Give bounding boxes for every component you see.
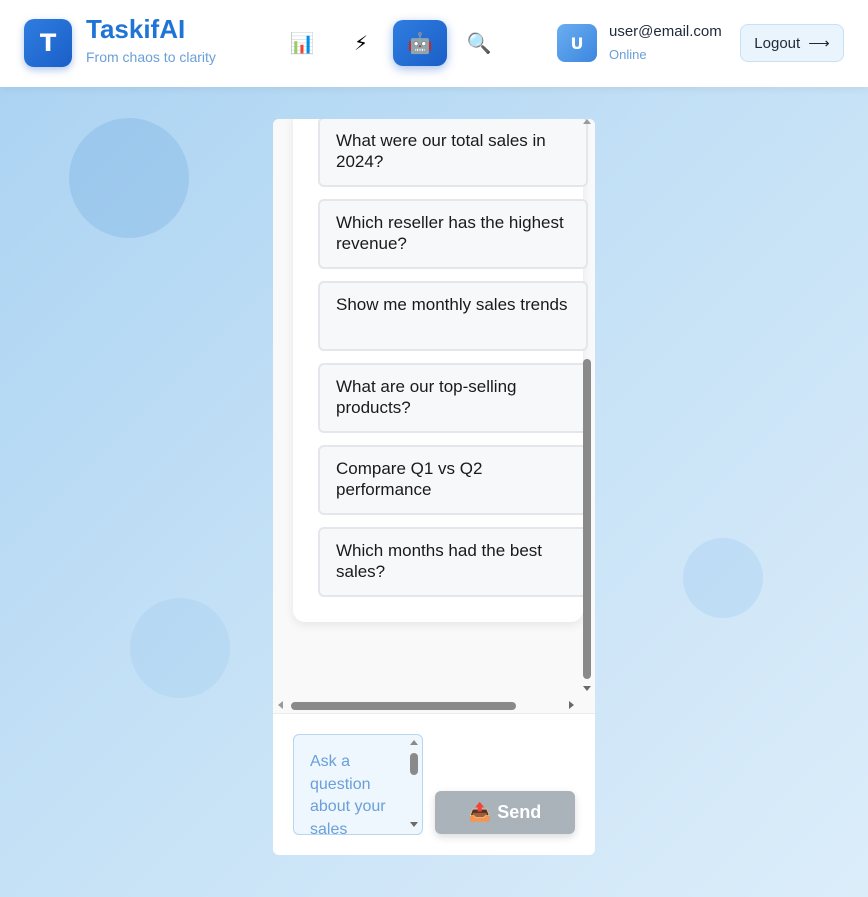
message-area[interactable]: What were our total sales in 2024? Which… <box>273 119 595 713</box>
user-email: user@email.com <box>609 23 722 40</box>
decorative-circle <box>69 118 189 238</box>
avatar-letter: U <box>570 33 584 53</box>
brand-name: TaskifAI <box>86 14 186 44</box>
question-input[interactable]: Ask a question about your sales <box>293 734 423 835</box>
tagline: From chaos to clarity <box>86 49 216 65</box>
horizontal-scrollbar-thumb[interactable] <box>291 702 516 710</box>
logo[interactable]: T <box>24 19 72 67</box>
app-header: T TaskifAI From chaos to clarity 📊 ⚡ 🤖 🔍… <box>0 0 868 87</box>
logout-button[interactable]: Logout ⟶ <box>740 24 844 62</box>
logo-letter: T <box>39 29 57 57</box>
decorative-circle <box>683 538 763 618</box>
input-scroll-up-icon[interactable] <box>410 740 418 745</box>
logout-label: Logout <box>754 34 801 52</box>
nav-automation-button[interactable]: ⚡ <box>334 20 388 66</box>
send-label: Send <box>497 802 542 822</box>
suggestion-button[interactable]: What are our top-selling products? <box>318 363 588 433</box>
input-scroll-down-icon[interactable] <box>410 822 418 827</box>
suggestion-button[interactable]: What were our total sales in 2024? <box>318 119 588 187</box>
divider <box>273 713 595 714</box>
scroll-right-icon[interactable] <box>569 701 574 709</box>
scroll-left-icon[interactable] <box>278 701 283 709</box>
decorative-circle <box>130 598 230 698</box>
scroll-down-icon[interactable] <box>583 686 591 691</box>
nav-analytics-button[interactable]: 📊 <box>275 20 329 66</box>
suggestion-button[interactable]: Show me monthly sales trends <box>318 281 588 351</box>
nav-search-button[interactable]: 🔍 <box>452 20 506 66</box>
send-button[interactable]: 📤 Send <box>435 791 575 834</box>
chart-icon: 📊 <box>289 31 315 55</box>
suggestion-button[interactable]: Compare Q1 vs Q2 performance <box>318 445 588 515</box>
scroll-up-icon[interactable] <box>583 119 591 124</box>
suggestion-button[interactable]: Which reseller has the highest revenue? <box>318 199 588 269</box>
robot-icon: 🤖 <box>407 31 433 55</box>
input-scrollbar-thumb[interactable] <box>410 753 418 775</box>
input-placeholder: Ask a question about your sales <box>310 753 386 835</box>
outbox-icon: 📤 <box>468 802 492 822</box>
arrow-right-icon: ⟶ <box>808 35 830 52</box>
search-icon: 🔍 <box>466 31 492 55</box>
nav-ai-chat-button[interactable]: 🤖 <box>393 20 447 66</box>
user-status: Online <box>609 47 647 62</box>
lightning-icon: ⚡ <box>353 31 369 55</box>
suggestion-button[interactable]: Which months had the best sales? <box>318 527 588 597</box>
scrollbar-thumb[interactable] <box>583 359 591 679</box>
messages-vertical-scrollbar[interactable] <box>580 119 594 694</box>
avatar[interactable]: U <box>557 24 597 62</box>
